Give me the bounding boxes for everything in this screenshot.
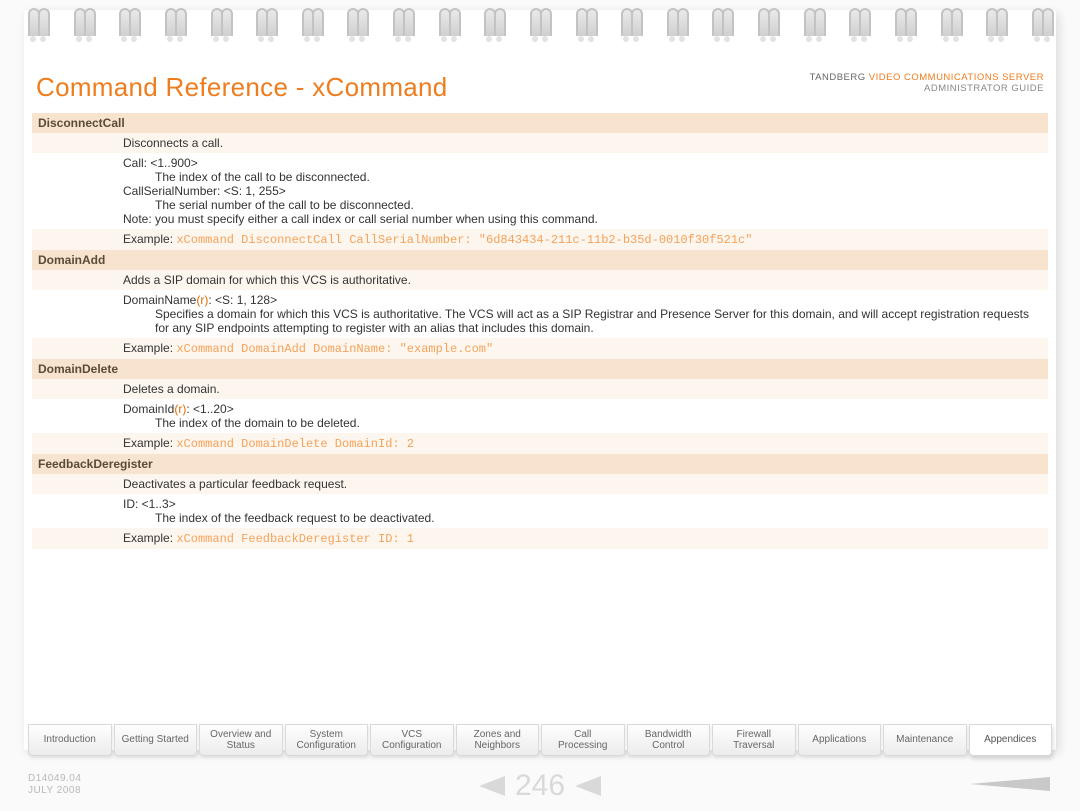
tab-maintenance[interactable]: Maintenance xyxy=(883,724,967,756)
command-row: Deactivates a particular feedback reques… xyxy=(32,474,1048,494)
command-header: DomainDelete xyxy=(32,359,1048,379)
prev-page-arrow-icon-2[interactable] xyxy=(575,776,601,796)
command-row: Example: xCommand DomainDelete DomainId:… xyxy=(32,433,1048,454)
tab-system[interactable]: SystemConfiguration xyxy=(285,724,369,756)
page-number: 246 xyxy=(515,769,565,803)
command-row: Example: xCommand DomainAdd DomainName: … xyxy=(32,338,1048,359)
command-row: DomainName(r): <S: 1, 128>Specifies a do… xyxy=(32,290,1048,338)
command-header: FeedbackDeregister xyxy=(32,454,1048,474)
content-area: Command Reference - xCommand TANDBERG VI… xyxy=(24,10,1056,559)
tab-zones-and[interactable]: Zones andNeighbors xyxy=(456,724,540,756)
brand-block: TANDBERG VIDEO COMMUNICATIONS SERVER ADM… xyxy=(810,72,1044,94)
command-row: Deletes a domain. xyxy=(32,379,1048,399)
page-card: Command Reference - xCommand TANDBERG VI… xyxy=(24,10,1056,750)
tab-vcs[interactable]: VCSConfiguration xyxy=(370,724,454,756)
command-row: DomainId(r): <1..20>The index of the dom… xyxy=(32,399,1048,433)
tab-getting-started[interactable]: Getting Started xyxy=(114,724,198,756)
command-row: Example: xCommand FeedbackDeregister ID:… xyxy=(32,528,1048,549)
page-header: Command Reference - xCommand TANDBERG VI… xyxy=(32,72,1048,113)
command-row: Disconnects a call. xyxy=(32,133,1048,153)
command-header: DomainAdd xyxy=(32,250,1048,270)
tab-firewall[interactable]: FirewallTraversal xyxy=(712,724,796,756)
command-table: DisconnectCallDisconnects a call.Call: <… xyxy=(32,113,1048,549)
tab-call[interactable]: CallProcessing xyxy=(541,724,625,756)
command-row: ID: <1..3>The index of the feedback requ… xyxy=(32,494,1048,528)
page-indicator: 246 xyxy=(0,769,1080,803)
brand-company: TANDBERG xyxy=(810,72,866,83)
command-row: Call: <1..900>The index of the call to b… xyxy=(32,153,1048,229)
tab-overview-and[interactable]: Overview andStatus xyxy=(199,724,283,756)
brand-product: VIDEO COMMUNICATIONS SERVER xyxy=(869,72,1044,83)
command-header: DisconnectCall xyxy=(32,113,1048,133)
next-section-arrow-icon[interactable] xyxy=(970,777,1050,791)
command-row: Adds a SIP domain for which this VCS is … xyxy=(32,270,1048,290)
tab-introduction[interactable]: Introduction xyxy=(28,724,112,756)
tab-appendices[interactable]: Appendices xyxy=(969,724,1053,756)
tab-applications[interactable]: Applications xyxy=(798,724,882,756)
prev-page-arrow-icon[interactable] xyxy=(479,776,505,796)
brand-subtitle: ADMINISTRATOR GUIDE xyxy=(810,83,1044,94)
command-row: Example: xCommand DisconnectCall CallSer… xyxy=(32,229,1048,250)
tab-bandwidth[interactable]: BandwidthControl xyxy=(627,724,711,756)
page-title: Command Reference - xCommand xyxy=(36,72,448,103)
footer-tabs: IntroductionGetting StartedOverview andS… xyxy=(28,724,1052,756)
